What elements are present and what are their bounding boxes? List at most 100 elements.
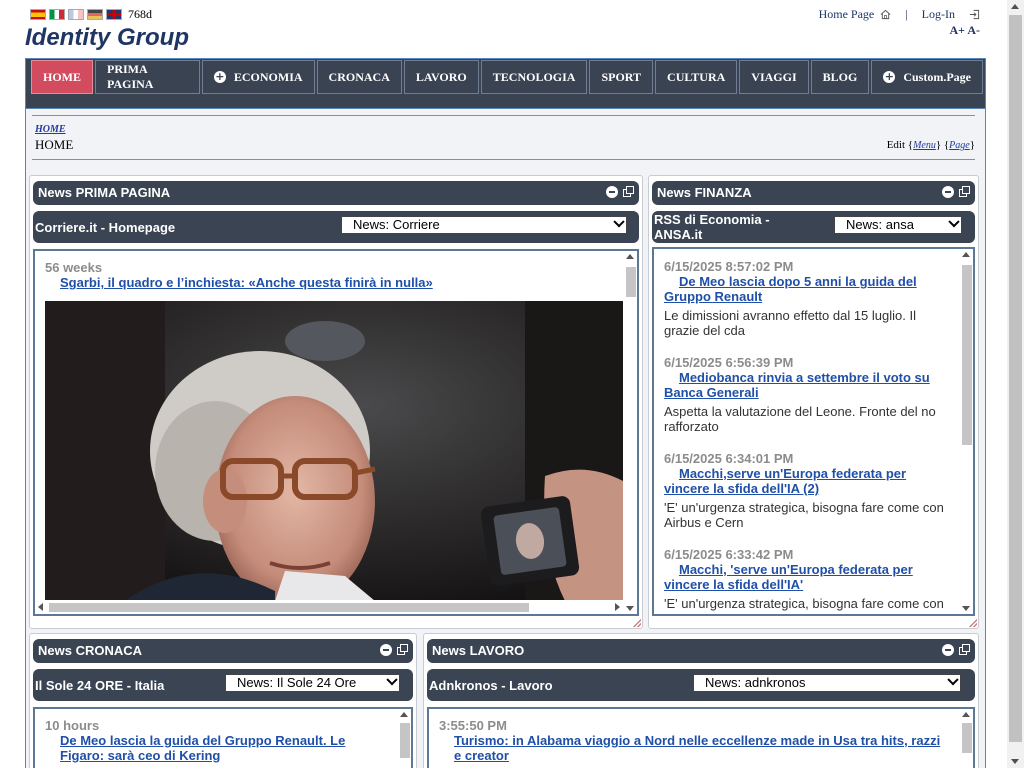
nav-item-label: LAVORO: [415, 69, 467, 84]
nav-item-blog[interactable]: BLOG: [810, 60, 870, 94]
item-headline[interactable]: De Meo lascia dopo 5 anni la guida del G…: [664, 274, 953, 304]
scroll-thumb[interactable]: [962, 265, 972, 445]
font-increase-button[interactable]: A+: [949, 23, 965, 37]
minimize-icon[interactable]: [942, 186, 954, 198]
edit-page-link[interactable]: Page: [949, 140, 970, 151]
scroll-up-icon[interactable]: [962, 252, 970, 257]
nav-item-label: ECONOMIA: [233, 69, 303, 84]
scroll-down-icon[interactable]: [962, 606, 970, 611]
de-flag-icon[interactable]: [87, 9, 103, 20]
login-icon[interactable]: [969, 9, 980, 20]
nav-item-home[interactable]: HOME: [31, 60, 93, 94]
nav-item-label: HOME: [43, 69, 81, 84]
content-area: HOME HOME Edit {Menu} {Page} News PRIMA …: [25, 109, 986, 768]
site-title[interactable]: Identity Group: [25, 24, 189, 52]
item-headline[interactable]: Sgarbi, il quadro e l’inchiesta: «Anche …: [45, 275, 617, 290]
feed-select[interactable]: News: Corriere: [341, 216, 627, 234]
list-item: 6/15/2025 6:34:01 PM Macchi,serve un'Euro…: [664, 451, 953, 530]
breadcrumb-home-link[interactable]: HOME: [35, 124, 66, 135]
language-bar: 768d: [30, 7, 152, 22]
news-photo[interactable]: [45, 301, 623, 601]
scroll-thumb[interactable]: [400, 723, 410, 758]
nav-item-prima-pagina[interactable]: PRIMA PAGINA: [95, 60, 200, 94]
item-headline[interactable]: Mediobanca rinvia a settembre il voto su…: [664, 370, 953, 400]
resize-handle[interactable]: [969, 619, 977, 627]
edit-menu-link[interactable]: Menu: [913, 140, 936, 151]
scroll-thumb[interactable]: [962, 723, 972, 753]
feed-bar: Corriere.it - Homepage News: Corriere: [33, 211, 639, 243]
chevron-down-icon: [948, 216, 960, 228]
scroll-down-icon[interactable]: [626, 606, 634, 611]
nav-item-cultura[interactable]: CULTURA: [655, 60, 738, 94]
maximize-icon[interactable]: [959, 644, 970, 655]
scroll-up-icon[interactable]: [1011, 4, 1019, 9]
nav-item-economia[interactable]: + ECONOMIA: [201, 60, 315, 94]
scroll-up-icon[interactable]: [962, 712, 970, 717]
home-page-link[interactable]: Home Page: [819, 7, 875, 22]
horizontal-scrollbar[interactable]: [35, 600, 623, 614]
vertical-scrollbar[interactable]: [959, 249, 973, 614]
nav-item-label: CRONACA: [328, 69, 390, 84]
it-flag-icon[interactable]: [49, 9, 65, 20]
scroll-thumb[interactable]: [49, 603, 529, 612]
vertical-scrollbar[interactable]: [959, 709, 973, 768]
feed-select[interactable]: News: adnkronos: [693, 674, 961, 692]
nav-item-lavoro[interactable]: LAVORO: [403, 60, 479, 94]
item-headline[interactable]: Macchi,serve un'Europa federata per vinc…: [664, 466, 953, 496]
scroll-thumb[interactable]: [1009, 15, 1022, 742]
maximize-icon[interactable]: [959, 186, 970, 197]
maximize-icon[interactable]: [397, 644, 408, 655]
resolution-label: 768d: [128, 7, 152, 21]
feed-source: Adnkronos - Lavoro: [429, 678, 553, 693]
fr-flag-icon[interactable]: [68, 9, 84, 20]
item-age: 6/15/2025 6:33:42 PM: [664, 547, 794, 562]
home-icon[interactable]: [880, 9, 891, 20]
top-links: Home Page | Log-In: [819, 7, 980, 22]
scroll-left-icon[interactable]: [38, 603, 43, 611]
scroll-up-icon[interactable]: [626, 254, 634, 259]
nav-item-label: BLOG: [822, 69, 858, 84]
chevron-down-icon: [947, 674, 959, 686]
es-flag-icon[interactable]: [30, 9, 46, 20]
portlet-header: News CRONACA: [33, 639, 413, 663]
nav-item-custom-page[interactable]: + Custom.Page: [871, 60, 983, 94]
maximize-icon[interactable]: [623, 186, 634, 197]
minimize-icon[interactable]: [942, 644, 954, 656]
item-headline[interactable]: De Meo lascia la guida del Gruppo Renaul…: [45, 733, 391, 763]
feed-select[interactable]: News: Il Sole 24 Ore: [225, 674, 400, 692]
nav-item-cronaca[interactable]: CRONACA: [316, 60, 402, 94]
login-link[interactable]: Log-In: [922, 7, 955, 22]
feed-bar: RSS di Economia - ANSA.it News: ansa: [652, 211, 975, 243]
minimize-icon[interactable]: [380, 644, 392, 656]
nav-item-label: SPORT: [601, 69, 642, 84]
portlet-prima-pagina: News PRIMA PAGINA Corriere.it - Homepage…: [29, 175, 643, 629]
minimize-icon[interactable]: [606, 186, 618, 198]
en-flag-icon[interactable]: [106, 9, 122, 20]
nav-item-tecnologia[interactable]: TECNOLOGIA: [480, 60, 588, 94]
scroll-down-icon[interactable]: [1011, 759, 1019, 764]
portlet-finanza: News FINANZA RSS di Economia - ANSA.it N…: [648, 175, 979, 629]
feed-source: Il Sole 24 ORE - Italia: [35, 678, 165, 693]
item-headline[interactable]: Macchi, 'serve un'Europa federata per vi…: [664, 562, 953, 592]
feed-source: Corriere.it - Homepage: [35, 220, 176, 235]
vertical-scrollbar[interactable]: [397, 709, 411, 768]
chevron-down-icon: [386, 674, 398, 686]
font-decrease-button[interactable]: A-: [967, 23, 980, 37]
scroll-thumb[interactable]: [626, 267, 636, 297]
nav-list: HOME PRIMA PAGINA + ECONOMIA CRONACA LAVORO TE…: [31, 60, 985, 96]
nav-item-viaggi[interactable]: VIAGGI: [739, 60, 809, 94]
scroll-up-icon[interactable]: [400, 712, 408, 717]
feed-body: 3:55:50 PM Turismo: in Alabama viaggio a…: [427, 707, 975, 768]
scroll-right-icon[interactable]: [615, 603, 620, 611]
resize-handle[interactable]: [633, 619, 641, 627]
page-scrollbar[interactable]: [1007, 0, 1024, 768]
feed-select-value: News: ansa: [846, 217, 914, 232]
item-age: 56 weeks: [45, 260, 103, 275]
page: 768d Identity Group Home Page | Log-In A…: [0, 0, 1024, 768]
vertical-scrollbar[interactable]: [623, 251, 637, 614]
item-headline[interactable]: Turismo: in Alabama viaggio a Nord nelle…: [439, 733, 949, 763]
item-age: 6/15/2025 6:56:39 PM: [664, 355, 794, 370]
feed-select[interactable]: News: ansa: [834, 216, 962, 234]
portlet-header: News PRIMA PAGINA: [33, 181, 639, 205]
nav-item-sport[interactable]: SPORT: [589, 60, 654, 94]
